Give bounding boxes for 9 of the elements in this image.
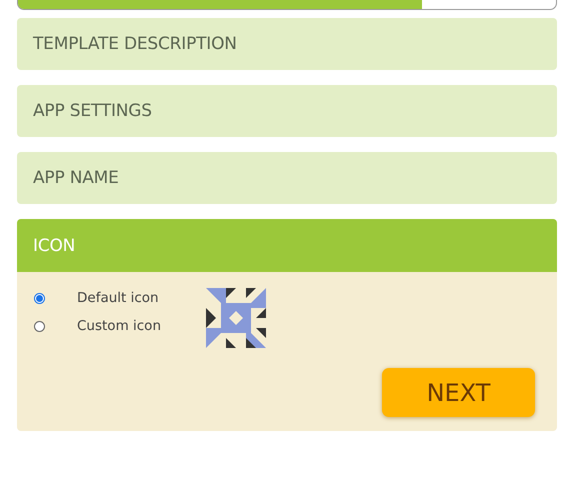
pattern-icon	[206, 288, 266, 348]
radio-button[interactable]	[34, 292, 45, 304]
option-label: Custom icon	[77, 318, 161, 334]
option-label: Default icon	[77, 290, 159, 306]
radio-button[interactable]	[34, 320, 45, 332]
next-button[interactable]: NEXT	[382, 368, 535, 417]
section-header[interactable]: APP NAME	[17, 152, 557, 204]
section-header[interactable]: APP SETTINGS	[17, 85, 557, 137]
section-header[interactable]: TEMPLATE DESCRIPTION	[17, 18, 557, 70]
